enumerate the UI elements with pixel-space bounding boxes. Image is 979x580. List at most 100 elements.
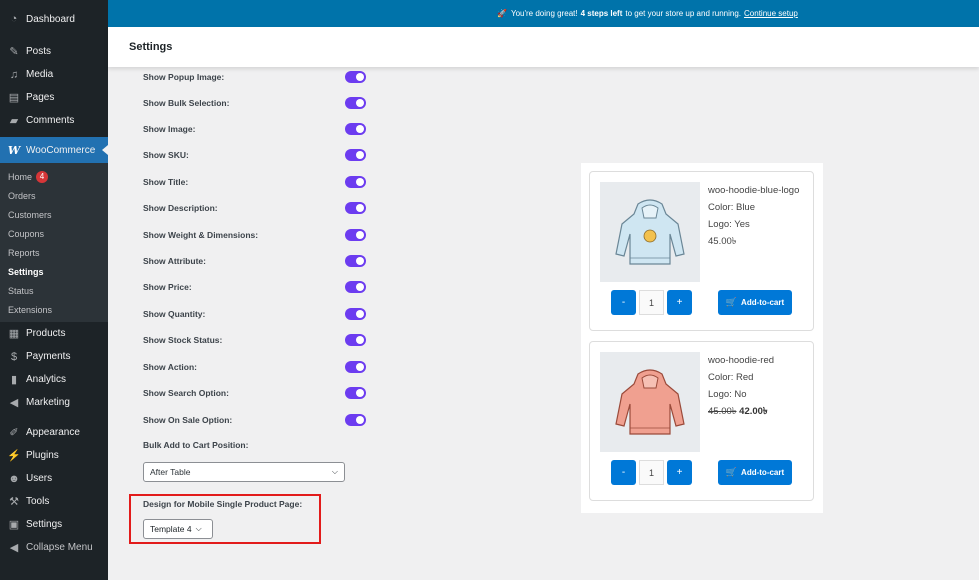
- product-image[interactable]: [600, 182, 700, 282]
- toggle-switch[interactable]: [345, 149, 366, 161]
- submenu-label: Settings: [8, 266, 44, 277]
- toggle-switch[interactable]: [345, 281, 366, 293]
- nav-media[interactable]: ♫ Media: [0, 63, 108, 86]
- products-icon: ▦: [8, 328, 20, 340]
- setting-row: Show Bulk Selection:: [143, 94, 373, 112]
- nav-appearance[interactable]: ✐ Appearance: [0, 421, 108, 444]
- product-color: Color: Red: [708, 372, 754, 383]
- increment-button[interactable]: +: [667, 460, 692, 485]
- bulk-position-label: Bulk Add to Cart Position:: [143, 440, 249, 450]
- continue-setup-link[interactable]: Continue setup: [744, 9, 798, 18]
- nav-label: Products: [26, 328, 66, 339]
- product-image[interactable]: [600, 352, 700, 452]
- setting-row: Show Description:: [143, 199, 373, 217]
- nav-comments[interactable]: ▰ Comments: [0, 109, 108, 132]
- comments-icon: ▰: [9, 115, 19, 127]
- nav-label: Collapse Menu: [26, 542, 93, 553]
- rocket-icon: 🚀: [497, 9, 507, 18]
- toggle-switch[interactable]: [345, 202, 366, 214]
- add-to-cart-button[interactable]: 🛒 Add-to-cart: [718, 290, 792, 315]
- toggle-switch[interactable]: [345, 255, 366, 267]
- nav-woocommerce[interactable]: W WooCommerce: [0, 137, 108, 163]
- toggle-switch[interactable]: [345, 229, 366, 241]
- toggle-switch[interactable]: [345, 97, 366, 109]
- setting-row: Show Price:: [143, 278, 373, 296]
- hoodie-icon: [615, 369, 685, 435]
- toggle-switch[interactable]: [345, 123, 366, 135]
- nav-posts[interactable]: ✎ Posts: [0, 40, 108, 63]
- nav-plugins[interactable]: ⚡ Plugins: [0, 444, 108, 467]
- submenu-coupons[interactable]: Coupons: [0, 224, 108, 243]
- nav-label: Tools: [26, 496, 50, 507]
- decrement-button[interactable]: -: [611, 460, 636, 485]
- setting-row: Show Quantity:: [143, 305, 373, 323]
- increment-button[interactable]: +: [667, 290, 692, 315]
- toggle-switch[interactable]: [345, 308, 366, 320]
- quantity-input[interactable]: 1: [639, 290, 664, 315]
- setting-row: Show Search Option:: [143, 384, 373, 402]
- add-to-cart-button[interactable]: 🛒 Add-to-cart: [718, 460, 792, 485]
- analytics-icon: ▮: [10, 374, 18, 386]
- mobile-design-label: Design for Mobile Single Product Page:: [143, 499, 303, 509]
- mobile-template-select[interactable]: Template 4 ⌵: [143, 519, 213, 539]
- page-title: Settings: [129, 41, 173, 53]
- setting-label: Show Title:: [143, 177, 189, 187]
- submenu-extensions[interactable]: Extensions: [0, 300, 108, 319]
- nav-products[interactable]: ▦ Products: [0, 322, 108, 345]
- submenu-status[interactable]: Status: [0, 281, 108, 300]
- setting-label: Show Stock Status:: [143, 335, 223, 345]
- decrement-button[interactable]: -: [611, 290, 636, 315]
- setting-row: Show Attribute:: [143, 252, 373, 270]
- product-name: woo-hoodie-red: [708, 355, 775, 366]
- nav-label: Comments: [26, 115, 75, 126]
- setup-notice: 🚀 You're doing great! 4 steps left to ge…: [108, 0, 979, 27]
- payments-icon: $: [10, 350, 18, 363]
- submenu-reports[interactable]: Reports: [0, 243, 108, 262]
- setting-row: Show SKU:: [143, 146, 373, 164]
- nav-pages[interactable]: ▤ Pages: [0, 86, 108, 109]
- submenu-label: Reports: [8, 247, 40, 258]
- nav-label: Marketing: [26, 397, 70, 408]
- submenu-home[interactable]: Home 4: [0, 167, 108, 186]
- setting-label: Show SKU:: [143, 150, 189, 160]
- submenu-customers[interactable]: Customers: [0, 205, 108, 224]
- toggle-switch[interactable]: [345, 414, 366, 426]
- toggle-switch[interactable]: [345, 71, 366, 83]
- mobile-preview: woo-hoodie-blue-logo Color: Blue Logo: Y…: [581, 163, 823, 513]
- setting-row: Show Action:: [143, 358, 373, 376]
- nav-marketing[interactable]: ◀ Marketing: [0, 391, 108, 414]
- setting-row: Show On Sale Option:: [143, 411, 373, 429]
- add-to-cart-label: Add-to-cart: [741, 298, 785, 307]
- toggle-switch[interactable]: [345, 334, 366, 346]
- select-value: Template 4: [150, 524, 192, 534]
- chevron-down-icon: ⌵: [195, 524, 202, 533]
- toggle-switch[interactable]: [345, 387, 366, 399]
- setting-label: Show Search Option:: [143, 388, 229, 398]
- media-icon: ♫: [9, 68, 19, 81]
- product-price-row: 45.00৳ 42.00৳: [708, 403, 808, 420]
- pages-icon: ▤: [8, 92, 20, 104]
- collapse-menu[interactable]: ◀ Collapse Menu: [0, 536, 108, 559]
- chevron-down-icon: ⌵: [331, 467, 338, 476]
- users-icon: ☻: [8, 472, 20, 485]
- submenu-label: Orders: [8, 190, 36, 201]
- bulk-position-select[interactable]: After Table ⌵: [143, 462, 345, 482]
- submenu-label: Home: [8, 171, 33, 182]
- nav-dashboard[interactable]: ◔ Dashboard: [0, 0, 108, 38]
- submenu-orders[interactable]: Orders: [0, 186, 108, 205]
- nav-settings[interactable]: ▣ Settings: [0, 513, 108, 536]
- product-logo: Logo: Yes: [708, 219, 750, 230]
- toggle-switch[interactable]: [345, 176, 366, 188]
- product-info: woo-hoodie-red Color: Red Logo: No 45.00…: [708, 352, 808, 420]
- submenu-settings[interactable]: Settings: [0, 262, 108, 281]
- quantity-input[interactable]: 1: [639, 460, 664, 485]
- notice-prefix: You're doing great!: [510, 9, 578, 18]
- toggle-switch[interactable]: [345, 361, 366, 373]
- collapse-icon: ◀: [9, 542, 19, 554]
- nav-label: Dashboard: [26, 13, 75, 25]
- nav-analytics[interactable]: ▮ Analytics: [0, 368, 108, 391]
- dashboard-icon: ◔: [10, 13, 18, 25]
- nav-users[interactable]: ☻ Users: [0, 467, 108, 490]
- nav-tools[interactable]: ⚒ Tools: [0, 490, 108, 513]
- nav-payments[interactable]: $ Payments: [0, 345, 108, 368]
